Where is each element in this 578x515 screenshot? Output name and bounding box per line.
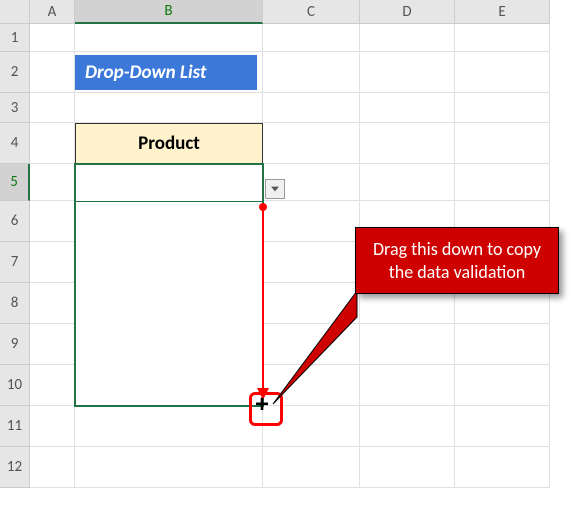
instruction-callout: Drag this down to copy the data validati… xyxy=(355,227,559,294)
callout-text: Drag this down to copy the data validati… xyxy=(373,238,541,283)
